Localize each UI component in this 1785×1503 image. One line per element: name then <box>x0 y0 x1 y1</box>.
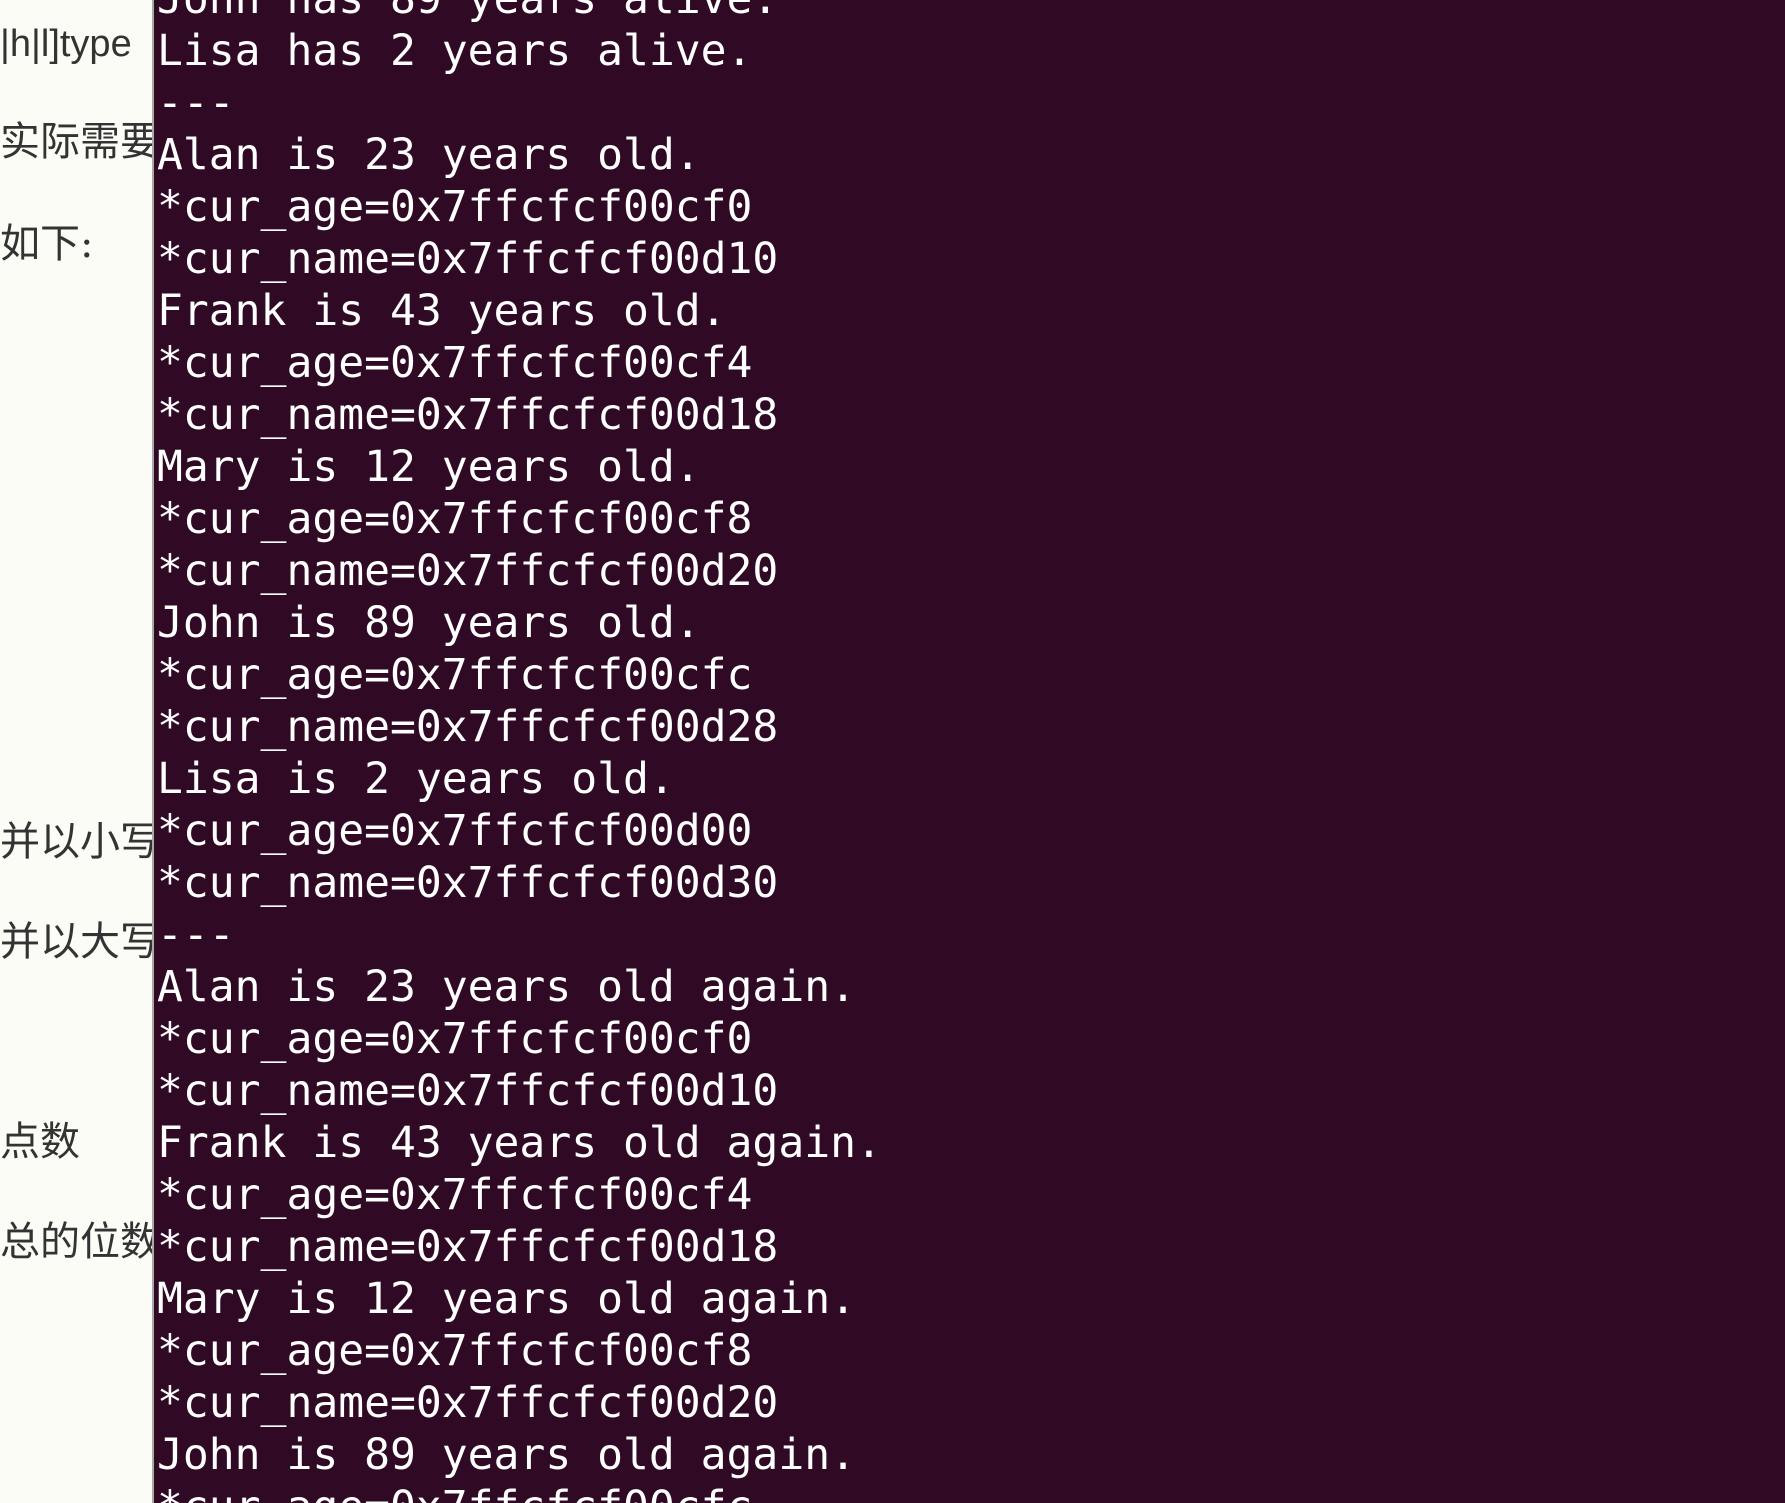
terminal-line: *cur_age=0x7ffcfcf00cf8 <box>157 1326 753 1376</box>
terminal-line: John is 89 years old again. <box>157 1430 856 1480</box>
background-document-panel: |h|l]type 实际需要选 如下: 并以小写 并以大写 点数 总的位数表 <box>0 0 152 1503</box>
doc-fragment: 并以小写 <box>0 819 152 865</box>
terminal-line: *cur_name=0x7ffcfcf00d28 <box>157 702 779 752</box>
terminal-line: Frank is 43 years old. <box>157 286 727 336</box>
doc-fragment: 实际需要选 <box>0 119 152 165</box>
terminal-line: *cur_name=0x7ffcfcf00d30 <box>157 858 779 908</box>
terminal-line: Mary is 12 years old. <box>157 442 701 492</box>
doc-fragment: 如下: <box>0 221 94 267</box>
terminal-line: *cur_age=0x7ffcfcf00cf4 <box>157 1170 753 1220</box>
terminal-line: Mary is 12 years old again. <box>157 1274 856 1324</box>
terminal-line: *cur_name=0x7ffcfcf00d20 <box>157 546 779 596</box>
terminal-line: *cur_age=0x7ffcfcf00cfc <box>157 650 753 700</box>
terminal-line: *cur_age=0x7ffcfcf00d00 <box>157 806 753 856</box>
terminal-line: Frank is 43 years old again. <box>157 1118 882 1168</box>
terminal-line: Alan is 23 years old again. <box>157 962 856 1012</box>
terminal-line: Lisa is 2 years old. <box>157 754 675 804</box>
terminal-line: *cur_name=0x7ffcfcf00d18 <box>157 1222 779 1272</box>
terminal-line: *cur_age=0x7ffcfcf00cfc <box>157 1481 882 1503</box>
terminal-output: John has 89 years alive.Lisa has 2 years… <box>157 0 882 1503</box>
terminal-line: *cur_age=0x7ffcfcf00cf0 <box>157 182 753 232</box>
terminal-line: *cur_name=0x7ffcfcf00d10 <box>157 234 779 284</box>
terminal-line: *cur_age=0x7ffcfcf00cf8 <box>157 494 753 544</box>
doc-fragment: |h|l]type <box>0 23 132 65</box>
terminal-line: *cur_name=0x7ffcfcf00d18 <box>157 390 779 440</box>
doc-fragment: 总的位数表 <box>0 1219 152 1265</box>
terminal-line: *cur_age=0x7ffcfcf00cf4 <box>157 338 753 388</box>
terminal-line: *cur_name=0x7ffcfcf00d10 <box>157 1066 779 1116</box>
screen: |h|l]type 实际需要选 如下: 并以小写 并以大写 点数 总的位数表 J… <box>0 0 1785 1503</box>
terminal-line: Alan is 23 years old. <box>157 130 701 180</box>
terminal-line: --- <box>157 910 235 960</box>
terminal-line: *cur_name=0x7ffcfcf00d20 <box>157 1378 779 1428</box>
terminal-line: *cur_age=0x7ffcfcf00cf0 <box>157 1014 753 1064</box>
terminal-window[interactable]: John has 89 years alive.Lisa has 2 years… <box>152 0 1785 1503</box>
terminal-line: Lisa has 2 years alive. <box>157 26 753 76</box>
doc-fragment: 并以大写 <box>0 919 152 965</box>
terminal-line: John has 89 years alive. <box>157 0 882 25</box>
terminal-line: John is 89 years old. <box>157 598 701 648</box>
doc-fragment: 点数 <box>0 1119 80 1165</box>
terminal-line: --- <box>157 78 235 128</box>
